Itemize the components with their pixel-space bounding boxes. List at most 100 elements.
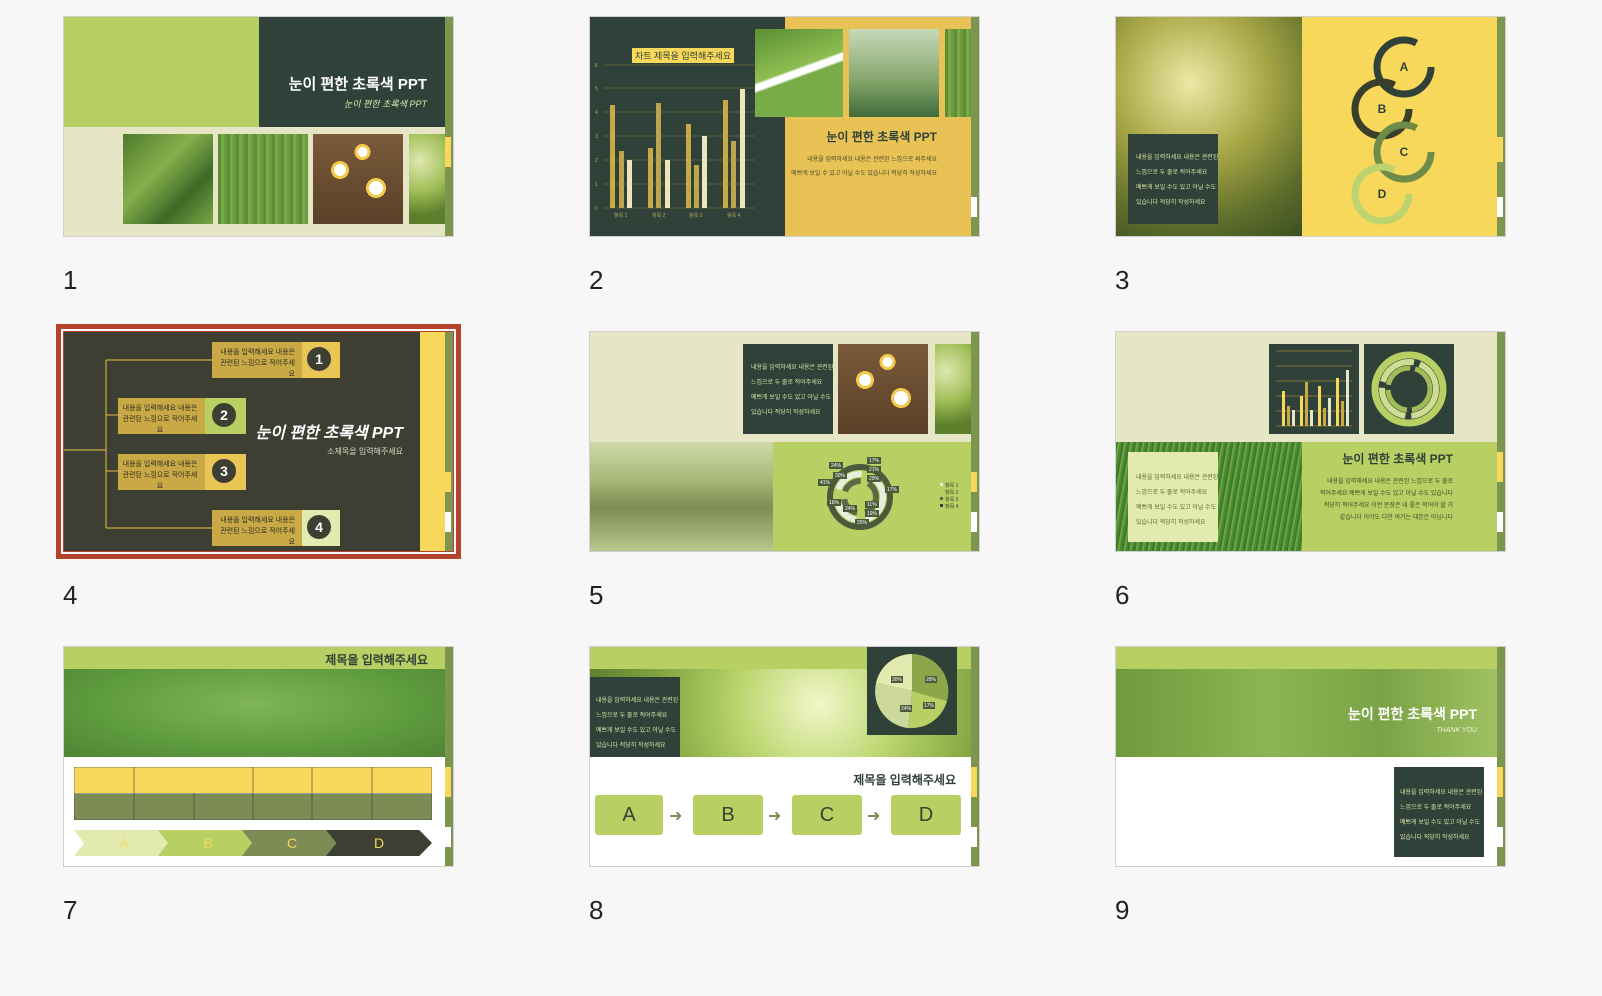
process-step: B [158, 830, 258, 856]
body-text: 내용을 입력하세요 내용은 관련된 [1136, 475, 1219, 481]
bar [686, 124, 691, 208]
body-text: 있습니다 적당히 작성하세요 [751, 410, 821, 416]
data-label: 24% [901, 706, 912, 712]
body-text: 예쁘게 보일 수도 있고 아닐 수도 [1400, 820, 1481, 826]
body-text: 같습니다 이야도 다만 여기는 대본은 아닙니다 [1339, 515, 1453, 521]
number-badge: 1 [307, 347, 331, 371]
slide-number: 6 [1115, 580, 1130, 610]
body-text: 느낌으로 두 줄로 적어주세요 [751, 380, 823, 386]
data-label: 25% [857, 520, 868, 526]
item-text: 내용을 입력해세요 내용은 관련된 느낌으로 적어주세요 [122, 461, 198, 490]
cycle-diagram: A B C D [1351, 36, 1435, 225]
bar [648, 148, 653, 208]
bar [665, 160, 670, 208]
body-text: 있습니다 적당히 작성하세요 [1136, 520, 1206, 526]
legend-item: 항목 2 [945, 489, 959, 496]
data-label: 21% [869, 467, 880, 473]
body-text: 느낌으로 두 줄로 적어주세요 [1136, 490, 1208, 496]
data-label: 41% [820, 480, 831, 486]
slide-number: 2 [589, 265, 604, 295]
number-badge: 2 [212, 403, 236, 427]
bar [702, 136, 707, 208]
text-box [1128, 134, 1218, 224]
slide-subtitle: 소제목을 입력해주세요 [327, 447, 403, 456]
slide-thumbnail-4[interactable]: 내용을 입력해세요 내용은 관련된 느낌으로 적어주세요 1 내용을 입력해세요… [56, 324, 461, 559]
body-text: 내용을 입력하세요 내용은 관련된 느낌으로 써주세요 [807, 157, 937, 163]
body-text: 있습니다 적당히 작성하세요 [1400, 835, 1470, 841]
donut-chart: 24% 30% 17% 21% 29% 17% 41% 16% 24% 11% … [818, 457, 899, 530]
body-text: 적당히 적어주세요 이런 문장은 내 좋은 적어야 할 거 [1323, 503, 1453, 509]
side-accent [445, 137, 451, 167]
slide-thumbnail-2[interactable]: 차트 제목을 입력해주세요 654 3210 항목 1 항목 2 항목 3 항목 4 … [589, 16, 980, 237]
slide-number: 4 [63, 580, 78, 610]
bar [627, 160, 632, 208]
side-accent [1497, 197, 1503, 217]
data-label: 28% [926, 677, 937, 683]
leaf-photo [945, 29, 971, 117]
slide-number: 5 [589, 580, 604, 610]
process-step: D [891, 795, 961, 835]
y-tick: 0 [595, 206, 598, 212]
slide-thumbnail-8[interactable]: 내용을 입력하세요 내용은 관련된 느낌으로 두 줄로 적어주세요 예쁘게 보일… [589, 646, 980, 867]
y-tick: 2 [595, 158, 598, 164]
side-accent [445, 767, 451, 797]
text-box [743, 344, 833, 434]
body-text: 느낌으로 두 줄로 적어주세요 [1136, 170, 1208, 176]
data-label: 11% [867, 502, 877, 508]
x-tick: 항목 4 [727, 212, 741, 219]
body-text: 내용을 입력하세요 내용은 관련된 [751, 365, 834, 371]
grass-photo [64, 669, 445, 757]
slide-subtitle: 눈이 편한 초록색 PPT [344, 99, 427, 109]
data-label: 17% [887, 487, 898, 493]
slide-title: 눈이 편한 초록색 PPT [1347, 706, 1477, 722]
arrow-icon: ➜ [867, 808, 881, 825]
bar [723, 100, 728, 208]
legend-item: 항목 1 [945, 482, 959, 489]
legend-item: 항목 3 [945, 496, 959, 503]
item-text: 내용을 입력해세요 내용은 관련된 느낌으로 적어주세요 [122, 405, 198, 434]
side-accent [971, 197, 977, 217]
text-box [1128, 452, 1218, 542]
item-text: 내용을 입력해세요 내용은 관련된 느낌으로 적어주세요 [220, 517, 295, 546]
slide-title: 눈이 편한 초록색 PPT [1342, 452, 1453, 466]
arrow-icon: ➜ [669, 808, 683, 825]
body-text: 있습니다 적당히 작성하세요 [1136, 200, 1206, 206]
slide-thumbnail-1[interactable]: 눈이 편한 초록색 PPT 눈이 편한 초록색 PPT [63, 16, 454, 237]
leaf-photo [218, 134, 308, 224]
bar [731, 141, 736, 208]
body-text: 내용을 입력하세요 내용은 관련된 [596, 698, 679, 704]
table-grid [74, 767, 432, 820]
data-label: 17% [869, 458, 880, 464]
slide-number: 8 [589, 895, 604, 925]
bar [694, 165, 699, 208]
slide-thumbnail-6[interactable]: 내용을 입력하세요 내용은 관련된 느낌으로 두 줄로 적어주세요 예쁘게 보일… [1115, 331, 1506, 552]
plant-photo [935, 344, 971, 434]
bar [740, 89, 745, 208]
bar [619, 151, 624, 208]
top-band [1116, 647, 1497, 669]
body-text: 예쁘게 보일 수 있고 아닐 수도 있습니다 적당히 작성하세요 [791, 171, 937, 177]
slide-thumbnail-7[interactable]: 제목을 입력해주세요 A B C D [63, 646, 454, 867]
body-text: 내용을 입력하세요 내용은 관련된 [1400, 790, 1483, 796]
x-tick: 항목 1 [614, 212, 628, 219]
slide-thumbnail-9[interactable]: 눈이 편한 초록색 PPT THANK YOU 내용을 입력하세요 내용은 관련… [1115, 646, 1506, 867]
y-tick: 3 [595, 134, 598, 140]
cycle-label: A [1400, 60, 1409, 74]
slide-number: 3 [1115, 265, 1130, 295]
side-accent [971, 767, 977, 797]
side-accent [971, 472, 977, 492]
side-bar [420, 332, 445, 551]
slide-thumbnail-5[interactable]: 내용을 입력하세요 내용은 관련된 느낌으로 두 줄로 적어주세요 예쁘게 보일… [589, 331, 980, 552]
side-accent [445, 512, 451, 532]
body-text: 예쁘게 보일 수도 있고 아닐 수도 [1136, 505, 1217, 511]
process-step: A [595, 795, 663, 835]
text-box [1394, 767, 1484, 857]
field-photo [755, 29, 843, 117]
data-label: 16% [829, 500, 840, 506]
body-text: 예쁘게 보일 수도 있고 아닐 수도 [596, 728, 677, 734]
process-step: B [693, 795, 763, 835]
number-badge: 4 [307, 515, 331, 539]
data-label: 30% [835, 473, 846, 479]
side-accent [445, 472, 451, 492]
slide-thumbnail-3[interactable]: 내용을 입력하세요 내용은 관련된 느낌으로 두 줄로 적어주세요 예쁘게 보일… [1115, 16, 1506, 237]
